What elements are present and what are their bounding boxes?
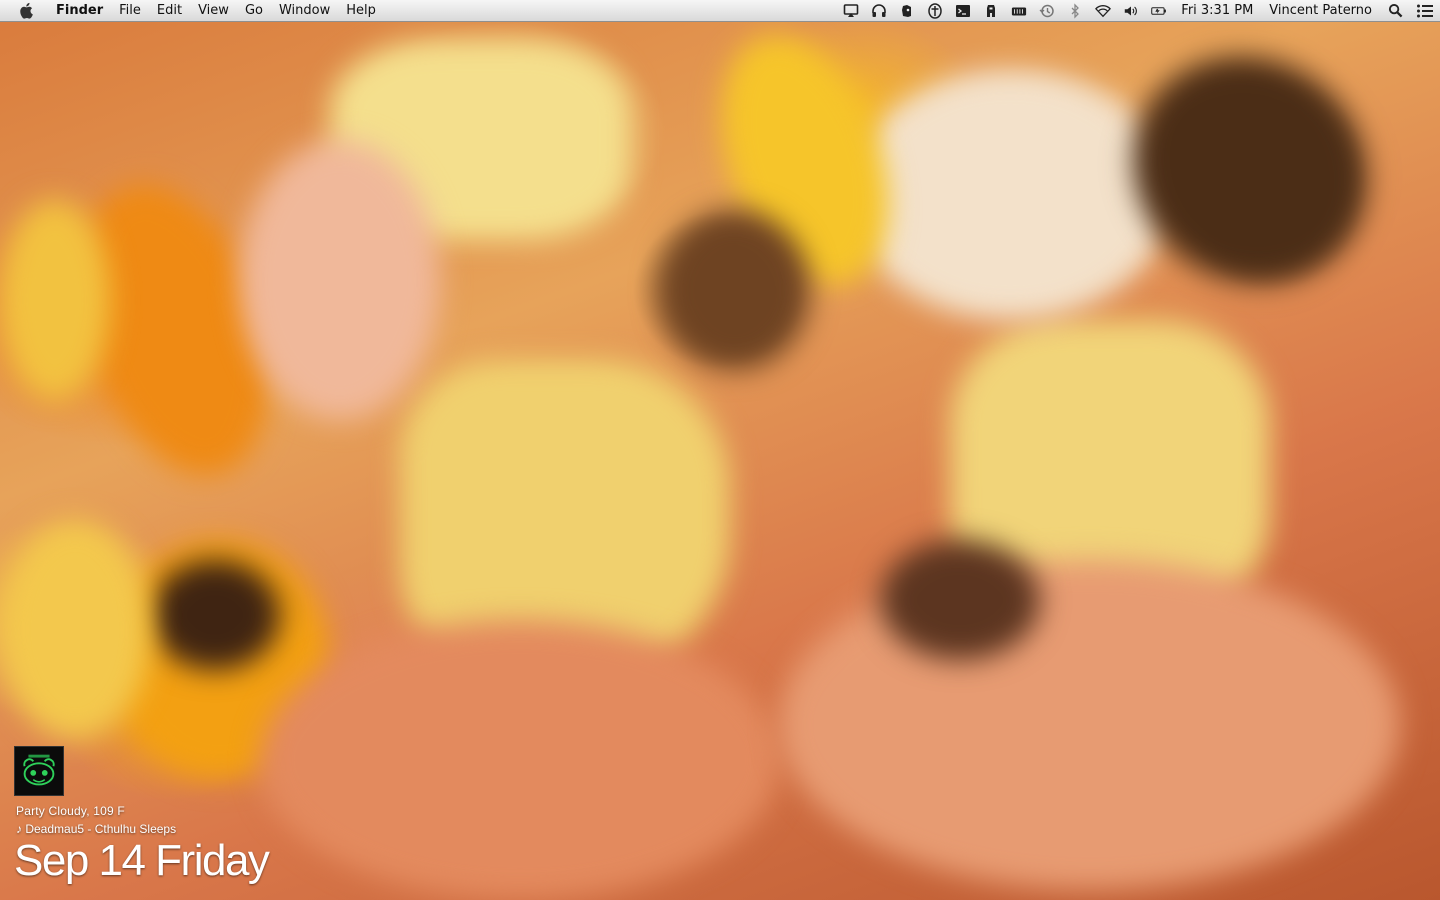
app-menu-finder[interactable]: Finder	[48, 0, 111, 22]
battery-widget-icon[interactable]	[1011, 3, 1027, 19]
fast-user-switch[interactable]: Vincent Paterno	[1261, 0, 1380, 22]
spotlight-search-icon[interactable]	[1386, 2, 1404, 20]
desktop-info-widget: Party Cloudy, 109 F ♪ Deadmau5 - Cthulhu…	[14, 746, 314, 896]
menu-bar: Finder File Edit View Go Window Help Fri…	[0, 0, 1440, 22]
wifi-icon[interactable]	[1095, 3, 1112, 19]
volume-icon[interactable]	[1123, 3, 1139, 19]
menu-help[interactable]: Help	[338, 0, 384, 22]
menu-view[interactable]: View	[190, 0, 237, 22]
terminal-icon[interactable]	[955, 3, 971, 19]
menu-edit[interactable]: Edit	[149, 0, 190, 22]
time-machine-icon[interactable]	[1039, 3, 1055, 19]
now-playing-track: ♪ Deadmau5 - Cthulhu Sleeps	[16, 822, 177, 836]
alfred-icon[interactable]	[983, 3, 999, 19]
menu-bar-clock[interactable]: Fri 3:31 PM	[1173, 0, 1261, 22]
evernote-icon[interactable]	[899, 3, 915, 19]
battery-icon[interactable]	[1151, 3, 1167, 19]
notification-center-icon[interactable]	[1416, 2, 1434, 20]
accessibility-icon[interactable]	[927, 2, 943, 19]
apple-menu-icon[interactable]	[18, 2, 36, 20]
date-display: Sep 14 Friday	[14, 836, 270, 885]
weather-readout: Party Cloudy, 109 F	[16, 804, 125, 818]
album-art	[14, 746, 64, 796]
menu-file[interactable]: File	[111, 0, 149, 22]
headphones-icon[interactable]	[871, 3, 887, 19]
menu-go[interactable]: Go	[237, 0, 271, 22]
bluetooth-icon[interactable]	[1067, 2, 1083, 19]
menu-window[interactable]: Window	[271, 0, 338, 22]
airplay-icon[interactable]	[843, 3, 859, 19]
